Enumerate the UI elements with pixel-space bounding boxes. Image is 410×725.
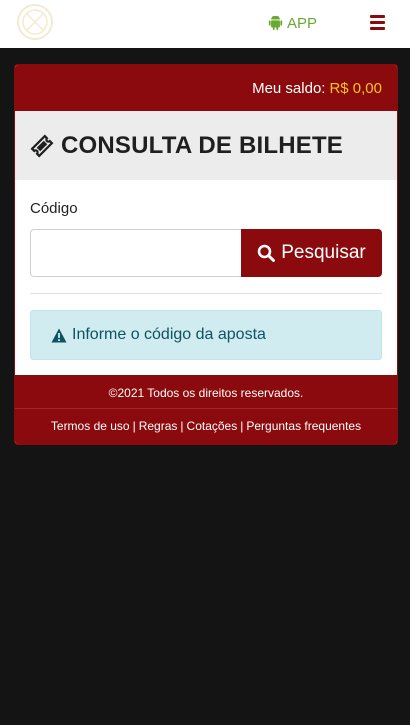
footer: ©2021 Todos os direitos reservados. Term… xyxy=(15,375,397,444)
page-title-bar: CONSULTA DE BILHETE xyxy=(15,111,397,180)
balance-label: Meu saldo: xyxy=(252,79,326,97)
android-icon xyxy=(268,15,283,31)
search-button[interactable]: Pesquisar xyxy=(241,229,382,277)
info-alert: Informe o código da aposta xyxy=(30,310,382,360)
footer-link-odds[interactable]: Cotações xyxy=(187,419,238,433)
balance-value: R$ 0,00 xyxy=(329,79,382,97)
search-form: Código Pesquisar Informe o código da apo… xyxy=(15,180,397,360)
copyright-text: ©2021 Todos os direitos reservados. xyxy=(15,375,397,409)
footer-separator: | xyxy=(240,419,244,433)
search-input-group: Pesquisar xyxy=(30,229,382,277)
app-link-label: APP xyxy=(287,14,318,32)
search-button-label: Pesquisar xyxy=(281,242,366,263)
ticket-lookup-card: Meu saldo: R$ 0,00 CONSULTA DE BILHETE C… xyxy=(14,64,398,445)
footer-link-faq[interactable]: Perguntas frequentes xyxy=(246,419,361,433)
footer-link-rules[interactable]: Regras xyxy=(139,419,178,433)
search-icon xyxy=(257,244,276,262)
warning-icon xyxy=(51,328,67,342)
footer-separator: | xyxy=(180,419,184,433)
page-title: CONSULTA DE BILHETE xyxy=(61,131,344,159)
alert-message: Informe o código da aposta xyxy=(72,326,266,343)
balance-bar: Meu saldo: R$ 0,00 xyxy=(15,65,397,111)
footer-link-terms[interactable]: Termos de uso xyxy=(51,419,130,433)
hamburger-menu-icon[interactable] xyxy=(370,15,385,30)
app-download-link[interactable]: APP xyxy=(268,12,317,34)
top-navbar: APP xyxy=(0,0,410,48)
divider xyxy=(30,293,382,294)
footer-separator: | xyxy=(132,419,136,433)
footer-links: Termos de uso | Regras | Cotações | Perguntas … xyxy=(15,409,397,444)
code-field-label: Código xyxy=(30,200,78,217)
ticket-icon xyxy=(30,134,54,157)
code-input[interactable] xyxy=(30,229,241,277)
logo[interactable] xyxy=(12,2,58,42)
